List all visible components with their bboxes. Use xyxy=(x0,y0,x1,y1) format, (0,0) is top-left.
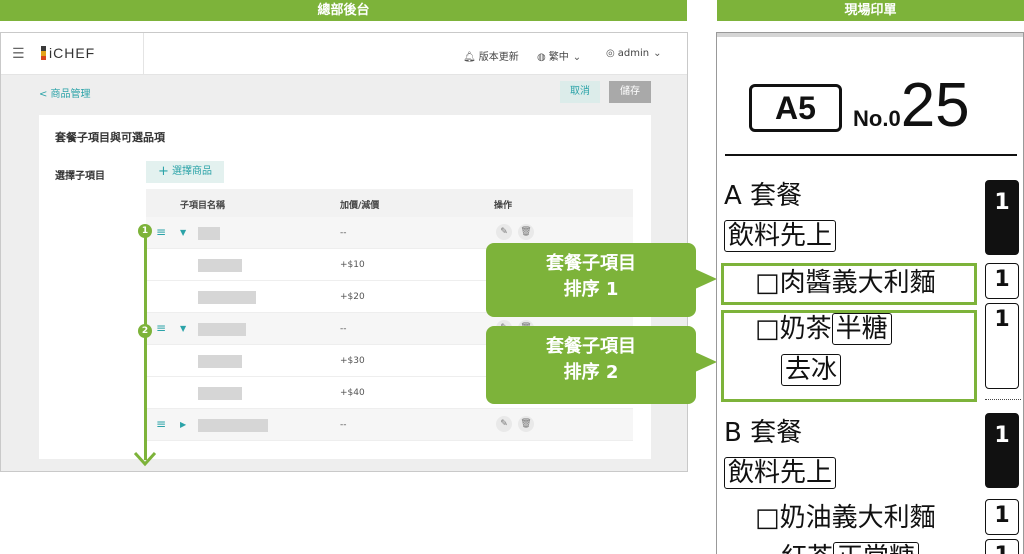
item-black-tea-label: 紅茶 xyxy=(781,543,833,554)
highlight-sort-2 xyxy=(721,310,977,402)
item-black-tea: 紅茶正常糖 xyxy=(781,542,920,554)
callout-pointer xyxy=(695,352,717,372)
sort-order-arrow-line xyxy=(144,230,147,460)
item-pasta-cream: □奶油義大利麵 xyxy=(755,503,936,533)
language-selector[interactable]: ◍ 繁中 ⌄ xyxy=(537,48,584,63)
price-cell: +$20 xyxy=(340,292,365,302)
callout-title: 套餐子項目 xyxy=(546,336,636,357)
expand-toggle-icon[interactable]: ▼ xyxy=(180,228,186,238)
item-name-redacted xyxy=(198,259,242,272)
language-label: 繁中 xyxy=(548,52,569,63)
select-product-button[interactable]: + 選擇商品 xyxy=(146,161,224,183)
highlight-sort-1 xyxy=(721,263,977,305)
price-cell: -- xyxy=(340,420,347,430)
price-cell: -- xyxy=(340,228,347,238)
card-title: 套餐子項目與可選品項 xyxy=(55,131,165,144)
update-label: 版本更新 xyxy=(478,52,519,63)
set-b-note: 飲料先上 xyxy=(724,457,837,489)
column-header-actions: 操作 xyxy=(494,201,513,211)
receipt-divider xyxy=(725,154,1017,156)
table-row-group[interactable]: ≡ ▶ -- ✎ 🗑︎ xyxy=(146,409,633,441)
globe-icon: ◍ xyxy=(537,52,546,63)
bell-icon: 🔔︎ xyxy=(463,52,476,63)
printed-receipt: A5 No.025 A 套餐 飲料先上 1 □肉醬義大利麵 1 □奶茶 半糖 去冰… xyxy=(716,32,1024,554)
edit-icon[interactable]: ✎ xyxy=(496,224,512,240)
item-modifier: 正常糖 xyxy=(833,542,920,554)
ticket-number-prefix: No.0 xyxy=(853,106,901,131)
column-header-price: 加價/減價 xyxy=(340,201,380,211)
set-b-title: B 套餐 xyxy=(724,418,803,448)
item-quantity: 1 xyxy=(985,539,1019,554)
set-a-note: 飲料先上 xyxy=(724,220,837,252)
item-quantity: 1 xyxy=(985,263,1019,299)
set-a-quantity: 1 xyxy=(985,180,1019,255)
table-header: 子項目名稱 加價/減價 操作 xyxy=(146,189,633,217)
edit-icon[interactable]: ✎ xyxy=(496,416,512,432)
logo-text: iCHEF xyxy=(49,45,96,61)
expand-toggle-icon[interactable]: ▶ xyxy=(180,420,186,430)
trash-icon[interactable]: 🗑︎ xyxy=(518,224,534,240)
table-number-badge: A5 xyxy=(749,84,842,132)
item-name-redacted xyxy=(198,291,256,304)
ticket-number: No.025 xyxy=(853,75,970,137)
logo-mark xyxy=(41,46,46,60)
breadcrumb-back-link[interactable]: < 商品管理 xyxy=(39,85,91,100)
item-name-redacted xyxy=(198,355,242,368)
user-menu[interactable]: ◎ admin ⌄ xyxy=(606,48,664,59)
select-product-label: 選擇商品 xyxy=(171,166,212,177)
chevron-down-icon: ⌄ xyxy=(572,52,582,63)
item-quantity: 1 xyxy=(985,499,1019,535)
plus-icon: + xyxy=(158,164,169,179)
section-header-onsite-print: 現場印單 xyxy=(717,0,1024,21)
pick-items-label: 選擇子項目 xyxy=(55,171,105,182)
callout-subtitle: 排序 2 xyxy=(563,362,619,383)
group-name-redacted xyxy=(198,227,220,240)
callout-title: 套餐子項目 xyxy=(546,253,636,274)
top-bar: ☰ iCHEF 🔔︎ 版本更新 ◍ 繁中 ⌄ ◎ admin ⌄ xyxy=(1,33,687,75)
user-label: admin xyxy=(617,48,650,59)
drag-handle-icon[interactable]: ≡ xyxy=(156,418,166,430)
callout-pointer xyxy=(695,269,717,289)
cancel-button[interactable]: 取消 xyxy=(560,81,600,103)
section-header-headquarters: 總部後台 xyxy=(0,0,687,21)
step-marker-2: 2 xyxy=(138,324,152,338)
set-a-title: A 套餐 xyxy=(724,181,803,211)
column-header-name: 子項目名稱 xyxy=(180,201,226,211)
arrow-down-icon xyxy=(133,451,157,467)
drag-handle-icon[interactable]: ≡ xyxy=(156,322,166,334)
price-cell: +$40 xyxy=(340,388,365,398)
price-cell: +$30 xyxy=(340,356,365,366)
price-cell: +$10 xyxy=(340,260,365,270)
ticket-number-value: 25 xyxy=(900,71,970,140)
price-cell: -- xyxy=(340,324,347,334)
drag-handle-icon[interactable]: ≡ xyxy=(156,226,166,238)
callout-sort-2: 套餐子項目 排序 2 xyxy=(486,326,696,404)
set-b-quantity: 1 xyxy=(985,413,1019,488)
group-name-redacted xyxy=(198,419,268,432)
user-icon: ◎ xyxy=(606,48,615,59)
item-name-redacted xyxy=(198,387,242,400)
step-marker-1: 1 xyxy=(138,224,152,238)
save-button[interactable]: 儲存 xyxy=(609,81,651,103)
group-name-redacted xyxy=(198,323,246,336)
item-quantity: 1 xyxy=(985,303,1019,389)
update-link[interactable]: 🔔︎ 版本更新 xyxy=(463,48,519,63)
callout-subtitle: 排序 1 xyxy=(563,279,619,300)
chevron-down-icon: ⌄ xyxy=(653,48,662,59)
menu-icon[interactable]: ☰ xyxy=(12,46,25,62)
trash-icon[interactable]: 🗑︎ xyxy=(518,416,534,432)
logo: iCHEF xyxy=(41,45,95,61)
callout-sort-1: 套餐子項目 排序 1 xyxy=(486,243,696,317)
expand-toggle-icon[interactable]: ▼ xyxy=(180,324,186,334)
